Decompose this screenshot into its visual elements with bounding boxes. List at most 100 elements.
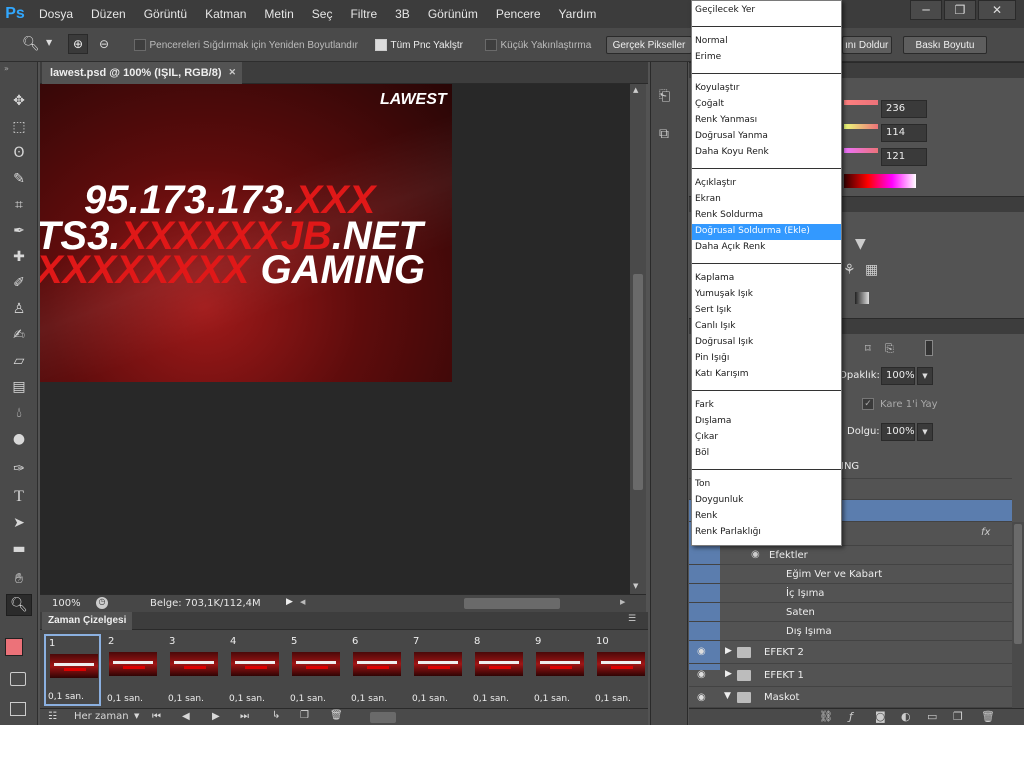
horizontal-scroll-thumb[interactable] (464, 598, 560, 609)
hscroll-right-icon[interactable]: ▶ (620, 598, 625, 606)
frame-delay[interactable]: 0,1 san. (229, 694, 265, 704)
green-value-input[interactable]: 114 (881, 124, 927, 142)
status-info-icon[interactable]: ◷ (96, 597, 108, 609)
move-tool-icon[interactable]: ✥ (6, 90, 32, 112)
blend-mode-option[interactable]: Renk Parlaklığı (692, 525, 841, 541)
blend-mode-option[interactable]: Renk Yanması (692, 113, 841, 129)
timeline-frame[interactable]: 10 0,1 san. (593, 634, 650, 706)
quick-mask-icon[interactable] (10, 672, 26, 686)
blend-mode-option[interactable]: Daha Koyu Renk (692, 145, 841, 161)
menu-layer[interactable]: Katman (196, 7, 255, 21)
timeline-frame[interactable]: 9 0,1 san. (532, 634, 589, 706)
channel-mixer-icon[interactable]: ▦ (865, 262, 878, 278)
layer-group-row[interactable]: ◉ ▶ EFEKT 1 (689, 664, 1012, 687)
zoom-out-icon[interactable]: ⊖ (94, 34, 114, 54)
brush-tool-icon[interactable]: ✐ (6, 272, 32, 294)
link-layers-icon[interactable]: ⛓︎ (819, 710, 833, 723)
resize-windows-option[interactable]: Pencereleri Sığdırmak için Yeniden Boyut… (134, 38, 358, 51)
clone-stamp-tool-icon[interactable]: ♙ (6, 298, 32, 320)
timeline-frame[interactable]: 4 0,1 san. (227, 634, 284, 706)
zoom-tool-selected-icon[interactable]: 🔍︎ (6, 594, 32, 616)
rectangle-tool-icon[interactable]: ▬ (6, 538, 32, 560)
duplicate-frame-icon[interactable]: ❐ (300, 710, 309, 721)
blend-mode-option[interactable]: Böl (692, 446, 841, 462)
canvas-area[interactable]: LAWEST 95.173.173.XXX TS3.XXXXXXJB.NET X… (40, 84, 630, 594)
foreground-color-swatch[interactable] (5, 638, 23, 656)
timeline-frame[interactable]: 5 0,1 san. (288, 634, 345, 706)
timeline-frame[interactable]: 2 0,1 san. (105, 634, 162, 706)
blend-mode-option[interactable]: Erime (692, 50, 841, 66)
blend-mode-option[interactable]: Renk Soldurma (692, 208, 841, 224)
visibility-eye-icon[interactable]: ◉ (697, 692, 711, 703)
collapse-arrow-icon[interactable]: ▼ (724, 691, 731, 701)
new-adjustment-icon[interactable]: ◐ (901, 710, 911, 723)
layer-filter-toggle[interactable] (925, 340, 933, 356)
frame-delay[interactable]: 0,1 san. (595, 694, 631, 704)
timeline-frame[interactable]: 7 0,1 san. (410, 634, 467, 706)
blend-mode-option[interactable]: Sert Işık (692, 303, 841, 319)
scroll-up-arrow-icon[interactable]: ▲ (633, 86, 638, 94)
collapse-toolbox-icon[interactable]: » (4, 64, 9, 73)
layer-group-row[interactable]: ◉ ▶ EFEKT 2 (689, 641, 1012, 664)
visibility-eye-icon[interactable]: ◉ (697, 646, 711, 657)
frame-delay[interactable]: 0,1 san. (412, 694, 448, 704)
opacity-input[interactable]: 100% (881, 367, 915, 385)
close-window-button[interactable]: ✕ (978, 0, 1016, 20)
delete-layer-icon[interactable]: 🗑︎ (981, 710, 995, 723)
red-slider-track[interactable] (844, 100, 878, 105)
healing-brush-tool-icon[interactable]: ✚ (6, 246, 32, 268)
fill-dropdown-icon[interactable]: ▼ (917, 423, 933, 441)
convert-timeline-icon[interactable]: ☷ (48, 711, 57, 722)
gradient-tool-icon[interactable]: ▤ (6, 376, 32, 398)
frame-delay[interactable]: 0,1 san. (290, 694, 326, 704)
layers-scroll-thumb[interactable] (1014, 524, 1022, 644)
effects-row[interactable]: ◉ Efektler (689, 546, 1012, 565)
hand-tool-icon[interactable]: ✋︎ (6, 568, 32, 590)
loop-options-select[interactable]: Her zaman (74, 711, 129, 722)
green-slider-track[interactable] (844, 124, 878, 129)
delete-frame-icon[interactable]: 🗑︎ (330, 710, 343, 721)
lasso-tool-icon[interactable]: ʘ (6, 142, 32, 164)
menu-help[interactable]: Yardım (550, 7, 606, 21)
eraser-tool-icon[interactable]: ▱ (6, 350, 32, 372)
color-lookup-icon[interactable]: ⚘ (843, 262, 856, 278)
effect-row[interactable]: Dış Işıma (689, 622, 1012, 641)
play-icon[interactable]: ▶ (212, 711, 220, 722)
add-style-icon[interactable]: ƒ (849, 710, 853, 723)
menu-image[interactable]: Görüntü (135, 7, 196, 21)
frame-delay[interactable]: 0,1 san. (473, 694, 509, 704)
canvas-vertical-scrollbar[interactable]: ▲ ▼ (630, 84, 646, 594)
first-frame-icon[interactable]: ⏮ (152, 711, 161, 722)
tool-preset-chevron-icon[interactable]: ▼ (46, 38, 52, 47)
quick-select-tool-icon[interactable]: ✎ (6, 168, 32, 190)
timeline-menu-icon[interactable]: ☰ (628, 614, 636, 624)
frame-delay[interactable]: 0,1 san. (168, 694, 204, 704)
menu-3d[interactable]: 3B (386, 7, 419, 21)
timeline-scroll-thumb[interactable] (370, 712, 396, 723)
effect-row[interactable]: Saten (689, 603, 1012, 622)
tween-icon[interactable]: ↳ (272, 710, 280, 721)
blue-slider-track[interactable] (844, 148, 878, 153)
expand-arrow-icon[interactable]: ▶ (725, 646, 732, 656)
zoom-all-checkbox[interactable] (375, 39, 387, 51)
marquee-tool-icon[interactable]: ⬚ (6, 116, 32, 138)
blend-mode-dropdown[interactable]: Geçilecek Yer Normal Erime Koyulaştır Çoğalt… (691, 0, 842, 546)
blend-mode-option[interactable]: Doygunluk (692, 493, 841, 509)
add-mask-icon[interactable]: ◙ (875, 710, 886, 723)
propagate-frame-checkbox[interactable]: ✓ (862, 398, 874, 410)
blur-tool-icon[interactable]: 💧︎ (6, 402, 32, 424)
path-selection-tool-icon[interactable]: ➤ (6, 512, 32, 534)
layer-group-row[interactable]: ◉ ▼ Maskot (689, 687, 1012, 708)
type-tool-icon[interactable]: T (6, 486, 32, 508)
zoom-all-option[interactable]: Tüm Pnc Yaklştr (375, 38, 463, 51)
blend-mode-option[interactable]: Doğrusal Yanma (692, 129, 841, 145)
next-frame-icon[interactable]: ⏭ (240, 711, 249, 722)
print-size-button[interactable]: Baskı Boyutu (903, 36, 987, 54)
history-panel-icon[interactable]: ⎗ (659, 88, 670, 104)
layer-filter-shape-icon[interactable]: ⌑ (865, 342, 871, 355)
frame-delay[interactable]: 0,1 san. (351, 694, 387, 704)
new-group-icon[interactable]: ▭ (927, 710, 937, 723)
history-brush-tool-icon[interactable]: ✍ (6, 324, 32, 346)
frame-delay[interactable]: 0,1 san. (534, 694, 570, 704)
close-document-icon[interactable]: ✕ (228, 67, 236, 78)
